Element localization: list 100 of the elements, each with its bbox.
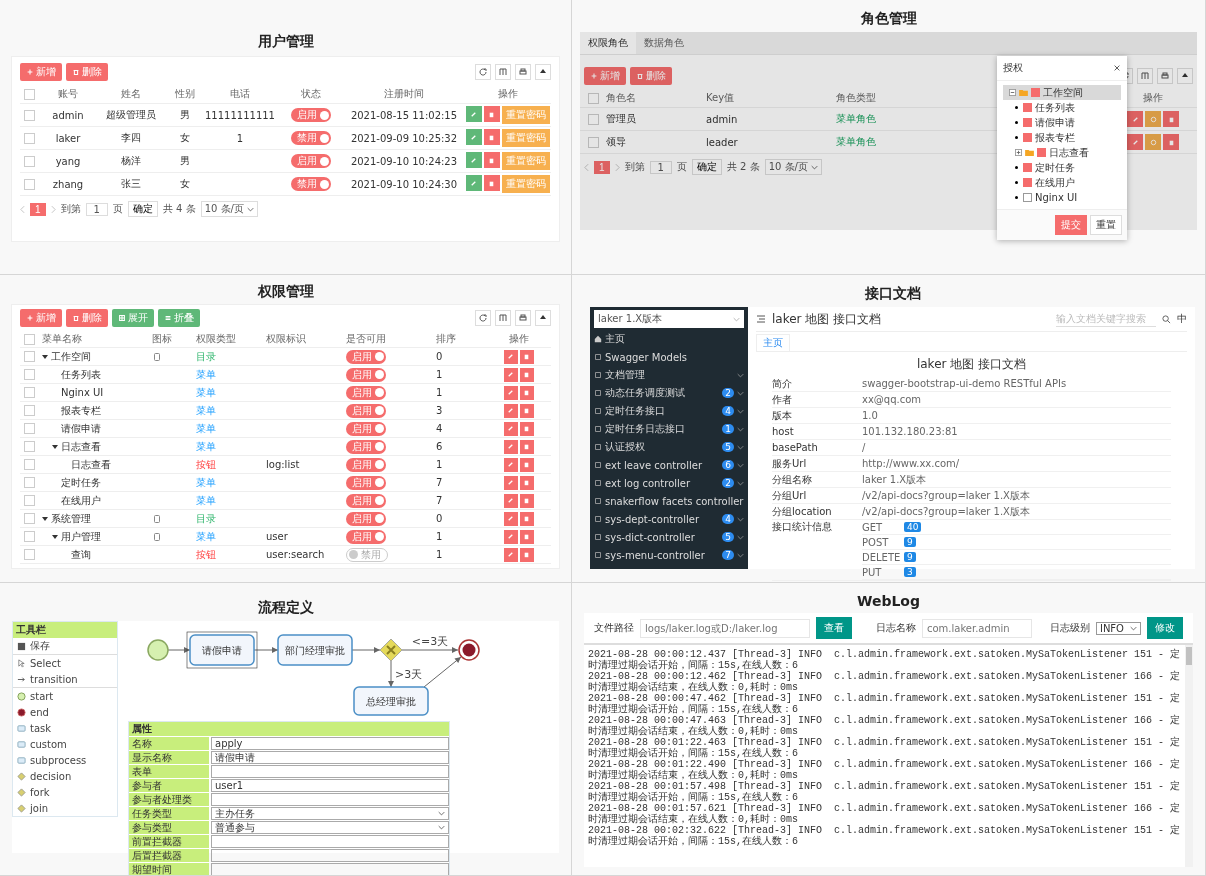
- chevron-icon[interactable]: [737, 444, 744, 450]
- authorize-button[interactable]: [1145, 111, 1161, 127]
- sidebar-item[interactable]: 动态任务调度测试: [605, 386, 720, 400]
- property-field[interactable]: [211, 863, 449, 875]
- tab[interactable]: 数据角色: [636, 32, 692, 54]
- columns-icon[interactable]: [1137, 68, 1153, 84]
- refresh-icon[interactable]: [475, 310, 491, 326]
- delete-button[interactable]: [519, 367, 534, 382]
- edit-button[interactable]: [503, 349, 518, 364]
- columns-icon[interactable]: [495, 310, 511, 326]
- property-field[interactable]: user1: [211, 779, 449, 792]
- log-name-field[interactable]: com.laker.admin: [921, 618, 1032, 638]
- tab[interactable]: 主页: [756, 334, 790, 351]
- chevron-icon[interactable]: [737, 372, 744, 378]
- modify-button[interactable]: 修改: [1147, 617, 1183, 639]
- sidebar-item[interactable]: ext log controller: [605, 477, 720, 489]
- sidebar-item[interactable]: 主页: [605, 332, 744, 346]
- delete-button[interactable]: [519, 511, 534, 526]
- chevron-icon[interactable]: [737, 552, 744, 558]
- palette-item[interactable]: fork: [30, 786, 50, 798]
- export-icon[interactable]: [535, 310, 551, 326]
- export-icon[interactable]: [535, 64, 551, 80]
- property-field[interactable]: [211, 835, 449, 848]
- edit-button[interactable]: [503, 475, 518, 490]
- tree-item[interactable]: 任务列表: [1035, 100, 1075, 115]
- page-input[interactable]: 1: [85, 202, 108, 216]
- checkbox[interactable]: [24, 531, 35, 542]
- chevron-icon[interactable]: [737, 462, 744, 468]
- edit-button[interactable]: [465, 175, 482, 191]
- delete-button[interactable]: [519, 529, 534, 544]
- tree-item[interactable]: 请假申请: [1035, 115, 1075, 130]
- edit-button[interactable]: [503, 439, 518, 454]
- checkbox[interactable]: [24, 423, 35, 434]
- checkbox[interactable]: [588, 113, 599, 125]
- property-field[interactable]: [211, 849, 449, 862]
- property-field[interactable]: [211, 765, 449, 778]
- delete-button[interactable]: [1163, 134, 1179, 150]
- palette-item[interactable]: start: [30, 690, 54, 702]
- file-path-field[interactable]: logs/laker.log或D:/laker.log: [640, 618, 810, 638]
- print-icon[interactable]: [1157, 68, 1173, 84]
- palette-item[interactable]: custom: [30, 738, 67, 750]
- checkbox[interactable]: [1023, 118, 1032, 127]
- edit-button[interactable]: [465, 129, 482, 145]
- edit-button[interactable]: [503, 367, 518, 382]
- edit-button[interactable]: [1127, 111, 1143, 127]
- property-select[interactable]: 主办任务: [211, 807, 449, 820]
- checkbox[interactable]: [1023, 133, 1032, 142]
- delete-button[interactable]: [519, 493, 534, 508]
- palette-item[interactable]: Select: [30, 657, 61, 669]
- chevron-icon[interactable]: [737, 408, 744, 414]
- expander-icon[interactable]: [1015, 149, 1022, 156]
- sidebar-item[interactable]: sys-dept-controller: [605, 513, 720, 525]
- checkbox[interactable]: [24, 459, 35, 470]
- close-icon[interactable]: [1113, 64, 1121, 72]
- property-select[interactable]: 普通参与: [211, 821, 449, 834]
- property-field[interactable]: 请假申请: [211, 751, 449, 764]
- group-select[interactable]: laker 1.X版本: [594, 310, 744, 328]
- checkbox[interactable]: [24, 369, 35, 380]
- edit-button[interactable]: [503, 547, 518, 562]
- tab[interactable]: 权限角色: [580, 32, 636, 54]
- delete-button[interactable]: [1163, 111, 1179, 127]
- edit-button[interactable]: [503, 457, 518, 472]
- checkbox[interactable]: [24, 333, 35, 345]
- property-field[interactable]: [211, 793, 449, 806]
- checkbox[interactable]: [24, 513, 35, 524]
- checkbox[interactable]: [24, 441, 35, 452]
- caret-icon[interactable]: [42, 354, 48, 359]
- page-size-select[interactable]: 10 条/页: [764, 159, 822, 175]
- palette-item[interactable]: task: [30, 722, 52, 734]
- delete-button[interactable]: [483, 129, 500, 145]
- checkbox[interactable]: [1023, 103, 1032, 112]
- palette-item[interactable]: transition: [30, 673, 78, 685]
- sidebar-item[interactable]: 文档管理: [605, 368, 734, 382]
- edit-button[interactable]: [503, 403, 518, 418]
- view-button[interactable]: 查看: [816, 617, 852, 639]
- palette-item[interactable]: end: [30, 706, 49, 718]
- confirm-button[interactable]: 确定: [691, 159, 722, 175]
- print-icon[interactable]: [515, 310, 531, 326]
- chevron-icon[interactable]: [737, 516, 744, 522]
- edit-button[interactable]: [503, 385, 518, 400]
- palette-item[interactable]: 保存: [30, 639, 50, 653]
- sidebar-item[interactable]: 认证授权: [605, 440, 720, 454]
- delete-button[interactable]: [519, 457, 534, 472]
- dialog-button[interactable]: 重置: [1090, 215, 1122, 235]
- caret-icon[interactable]: [42, 516, 48, 521]
- print-icon[interactable]: [515, 64, 531, 80]
- next-page-icon[interactable]: [614, 162, 620, 172]
- edit-button[interactable]: [503, 421, 518, 436]
- checkbox[interactable]: [24, 178, 35, 190]
- checkbox[interactable]: [24, 88, 35, 100]
- edit-button[interactable]: [465, 106, 482, 122]
- checkbox[interactable]: [24, 109, 35, 121]
- sidebar-item[interactable]: ext leave controller: [605, 459, 720, 471]
- tree-item[interactable]: Nginx UI: [1035, 192, 1078, 203]
- authorize-button[interactable]: [1145, 134, 1161, 150]
- palette-item[interactable]: subprocess: [30, 754, 87, 766]
- edit-button[interactable]: [1127, 134, 1143, 150]
- checkbox[interactable]: [24, 477, 35, 488]
- tree-item[interactable]: 日志查看: [1049, 145, 1089, 160]
- search-icon[interactable]: [1162, 314, 1171, 324]
